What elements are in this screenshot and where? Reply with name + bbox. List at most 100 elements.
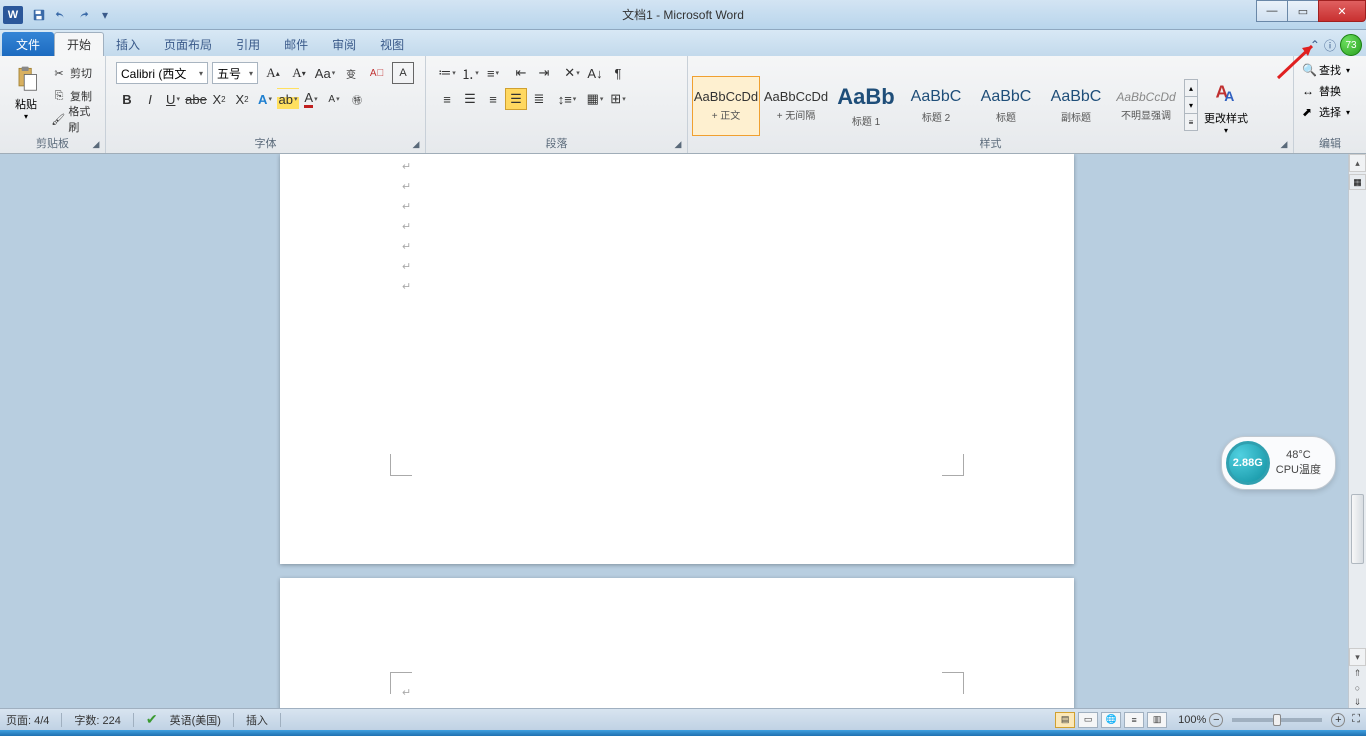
phonetic-button[interactable]: 变: [340, 62, 362, 84]
grow-font-button[interactable]: A▴: [262, 62, 284, 84]
replace-button[interactable]: ↔替换: [1302, 81, 1358, 101]
shading-button[interactable]: ▦: [584, 88, 606, 110]
style-item-6[interactable]: AaBbCcDd不明显强调: [1112, 76, 1180, 136]
minimize-ribbon-icon[interactable]: ⌃: [1310, 38, 1320, 52]
align-left-button[interactable]: ≡: [436, 88, 458, 110]
scroll-down-icon[interactable]: ▾: [1349, 648, 1366, 666]
paragraph-launcher-icon[interactable]: ◢: [671, 137, 685, 151]
document-canvas[interactable]: ↵ ↵ ↵ ↵ ↵ ↵ ↵ ↵ ↵ ↵ ↵: [0, 154, 1348, 710]
font-name-combo[interactable]: Calibri (西文▾: [116, 62, 208, 84]
underline-button[interactable]: U: [162, 88, 184, 110]
bullets-button[interactable]: ≔: [436, 62, 458, 84]
ruler-toggle-icon[interactable]: ▦: [1349, 174, 1366, 190]
save-icon[interactable]: [29, 5, 49, 25]
superscript-button[interactable]: X2: [231, 88, 253, 110]
distribute-button[interactable]: ≣: [528, 88, 550, 110]
numbering-button[interactable]: ⒈: [459, 62, 481, 84]
outline-view-icon[interactable]: ≡: [1124, 712, 1144, 728]
enclose-chars-button[interactable]: ㊕: [346, 88, 368, 110]
tab-layout[interactable]: 页面布局: [152, 32, 224, 56]
decrease-indent-button[interactable]: ⇤: [510, 62, 532, 84]
scroll-up-icon[interactable]: ▴: [1349, 154, 1366, 172]
cpu-widget[interactable]: 2.88G 48°C CPU温度: [1221, 436, 1336, 490]
tab-mailings[interactable]: 邮件: [272, 32, 320, 56]
word-count[interactable]: 字数: 224: [74, 712, 120, 728]
clipboard-launcher-icon[interactable]: ◢: [89, 137, 103, 151]
align-right-button[interactable]: ≡: [482, 88, 504, 110]
style-item-1[interactable]: AaBbCcDd+ 无间隔: [762, 76, 830, 136]
qat-more-icon[interactable]: ▾: [95, 5, 115, 25]
clear-formatting-button[interactable]: A⃠: [366, 62, 388, 84]
format-painter-button[interactable]: 🖌格式刷: [48, 108, 101, 130]
subscript-button[interactable]: X2: [208, 88, 230, 110]
tab-insert[interactable]: 插入: [104, 32, 152, 56]
fit-button[interactable]: ⛶: [1352, 713, 1360, 726]
style-item-4[interactable]: AaBbC标题: [972, 76, 1040, 136]
tab-references[interactable]: 引用: [224, 32, 272, 56]
badge-icon[interactable]: 73: [1340, 34, 1362, 56]
zoom-in-button[interactable]: +: [1331, 713, 1345, 727]
print-layout-view-icon[interactable]: ▤: [1055, 712, 1075, 728]
font-size-combo[interactable]: 五号▾: [212, 62, 258, 84]
fullscreen-view-icon[interactable]: ▭: [1078, 712, 1098, 728]
language-indicator[interactable]: 英语(美国): [170, 712, 221, 728]
char-border-button[interactable]: A: [392, 62, 414, 84]
style-item-5[interactable]: AaBbC副标题: [1042, 76, 1110, 136]
file-tab[interactable]: 文件: [2, 32, 54, 56]
scroll-thumb[interactable]: [1351, 494, 1364, 564]
asian-layout-button[interactable]: ✕: [561, 62, 583, 84]
strike-button[interactable]: abe: [185, 88, 207, 110]
change-styles-button[interactable]: AA 更改样式 ▾: [1198, 72, 1254, 139]
style-item-3[interactable]: AaBbC标题 2: [902, 76, 970, 136]
help-icon[interactable]: ⓘ: [1324, 37, 1336, 54]
cut-button[interactable]: ✂剪切: [48, 62, 101, 84]
styles-group-label: 样式: [688, 135, 1293, 151]
text-effects-button[interactable]: A: [254, 88, 276, 110]
spellcheck-icon[interactable]: ✔: [146, 711, 158, 728]
tab-home[interactable]: 开始: [54, 32, 104, 56]
find-button[interactable]: 🔍查找▾: [1302, 60, 1358, 80]
char-shading-button[interactable]: A: [323, 88, 345, 110]
tab-review[interactable]: 审阅: [320, 32, 368, 56]
show-marks-button[interactable]: ¶: [607, 62, 629, 84]
sort-button[interactable]: A↓: [584, 62, 606, 84]
page-previous[interactable]: ↵ ↵ ↵ ↵ ↵ ↵ ↵: [280, 154, 1074, 564]
increase-indent-button[interactable]: ⇥: [533, 62, 555, 84]
font-launcher-icon[interactable]: ◢: [409, 137, 423, 151]
multilevel-button[interactable]: ≡: [482, 62, 504, 84]
styles-up-icon[interactable]: ▴: [1184, 79, 1198, 97]
font-color-button[interactable]: A: [300, 88, 322, 110]
zoom-knob[interactable]: [1273, 714, 1281, 726]
styles-more-icon[interactable]: ≡: [1184, 113, 1198, 131]
prev-page-icon[interactable]: ⇑: [1349, 666, 1366, 681]
web-view-icon[interactable]: 🌐: [1101, 712, 1121, 728]
browse-object-icon[interactable]: ○: [1349, 681, 1366, 695]
italic-button[interactable]: I: [139, 88, 161, 110]
page-indicator[interactable]: 页面: 4/4: [6, 712, 49, 728]
zoom-slider[interactable]: [1232, 718, 1322, 722]
insert-mode[interactable]: 插入: [246, 712, 268, 728]
tab-view[interactable]: 视图: [368, 32, 416, 56]
styles-launcher-icon[interactable]: ◢: [1277, 137, 1291, 151]
undo-icon[interactable]: [51, 5, 71, 25]
style-item-0[interactable]: AaBbCcDd+ 正文: [692, 76, 760, 136]
style-item-2[interactable]: AaBb标题 1: [832, 76, 900, 136]
maximize-button[interactable]: ▭: [1287, 0, 1319, 22]
change-case-button[interactable]: Aa: [314, 62, 336, 84]
redo-icon[interactable]: [73, 5, 93, 25]
draft-view-icon[interactable]: ▥: [1147, 712, 1167, 728]
borders-button[interactable]: ⊞: [607, 88, 629, 110]
align-center-button[interactable]: ☰: [459, 88, 481, 110]
select-button[interactable]: ⬈选择▾: [1302, 102, 1358, 122]
zoom-out-button[interactable]: −: [1209, 713, 1223, 727]
styles-down-icon[interactable]: ▾: [1184, 96, 1198, 114]
minimize-button[interactable]: —: [1256, 0, 1288, 22]
page-current[interactable]: ↵ ↵ ↵ ↵: [280, 578, 1074, 710]
bold-button[interactable]: B: [116, 88, 138, 110]
zoom-level[interactable]: 100%: [1178, 714, 1206, 726]
highlight-button[interactable]: ab: [277, 88, 299, 110]
shrink-font-button[interactable]: A▾: [288, 62, 310, 84]
justify-button[interactable]: ☰: [505, 88, 527, 110]
line-spacing-button[interactable]: ↕≡: [556, 88, 578, 110]
close-button[interactable]: ✕: [1318, 0, 1366, 22]
